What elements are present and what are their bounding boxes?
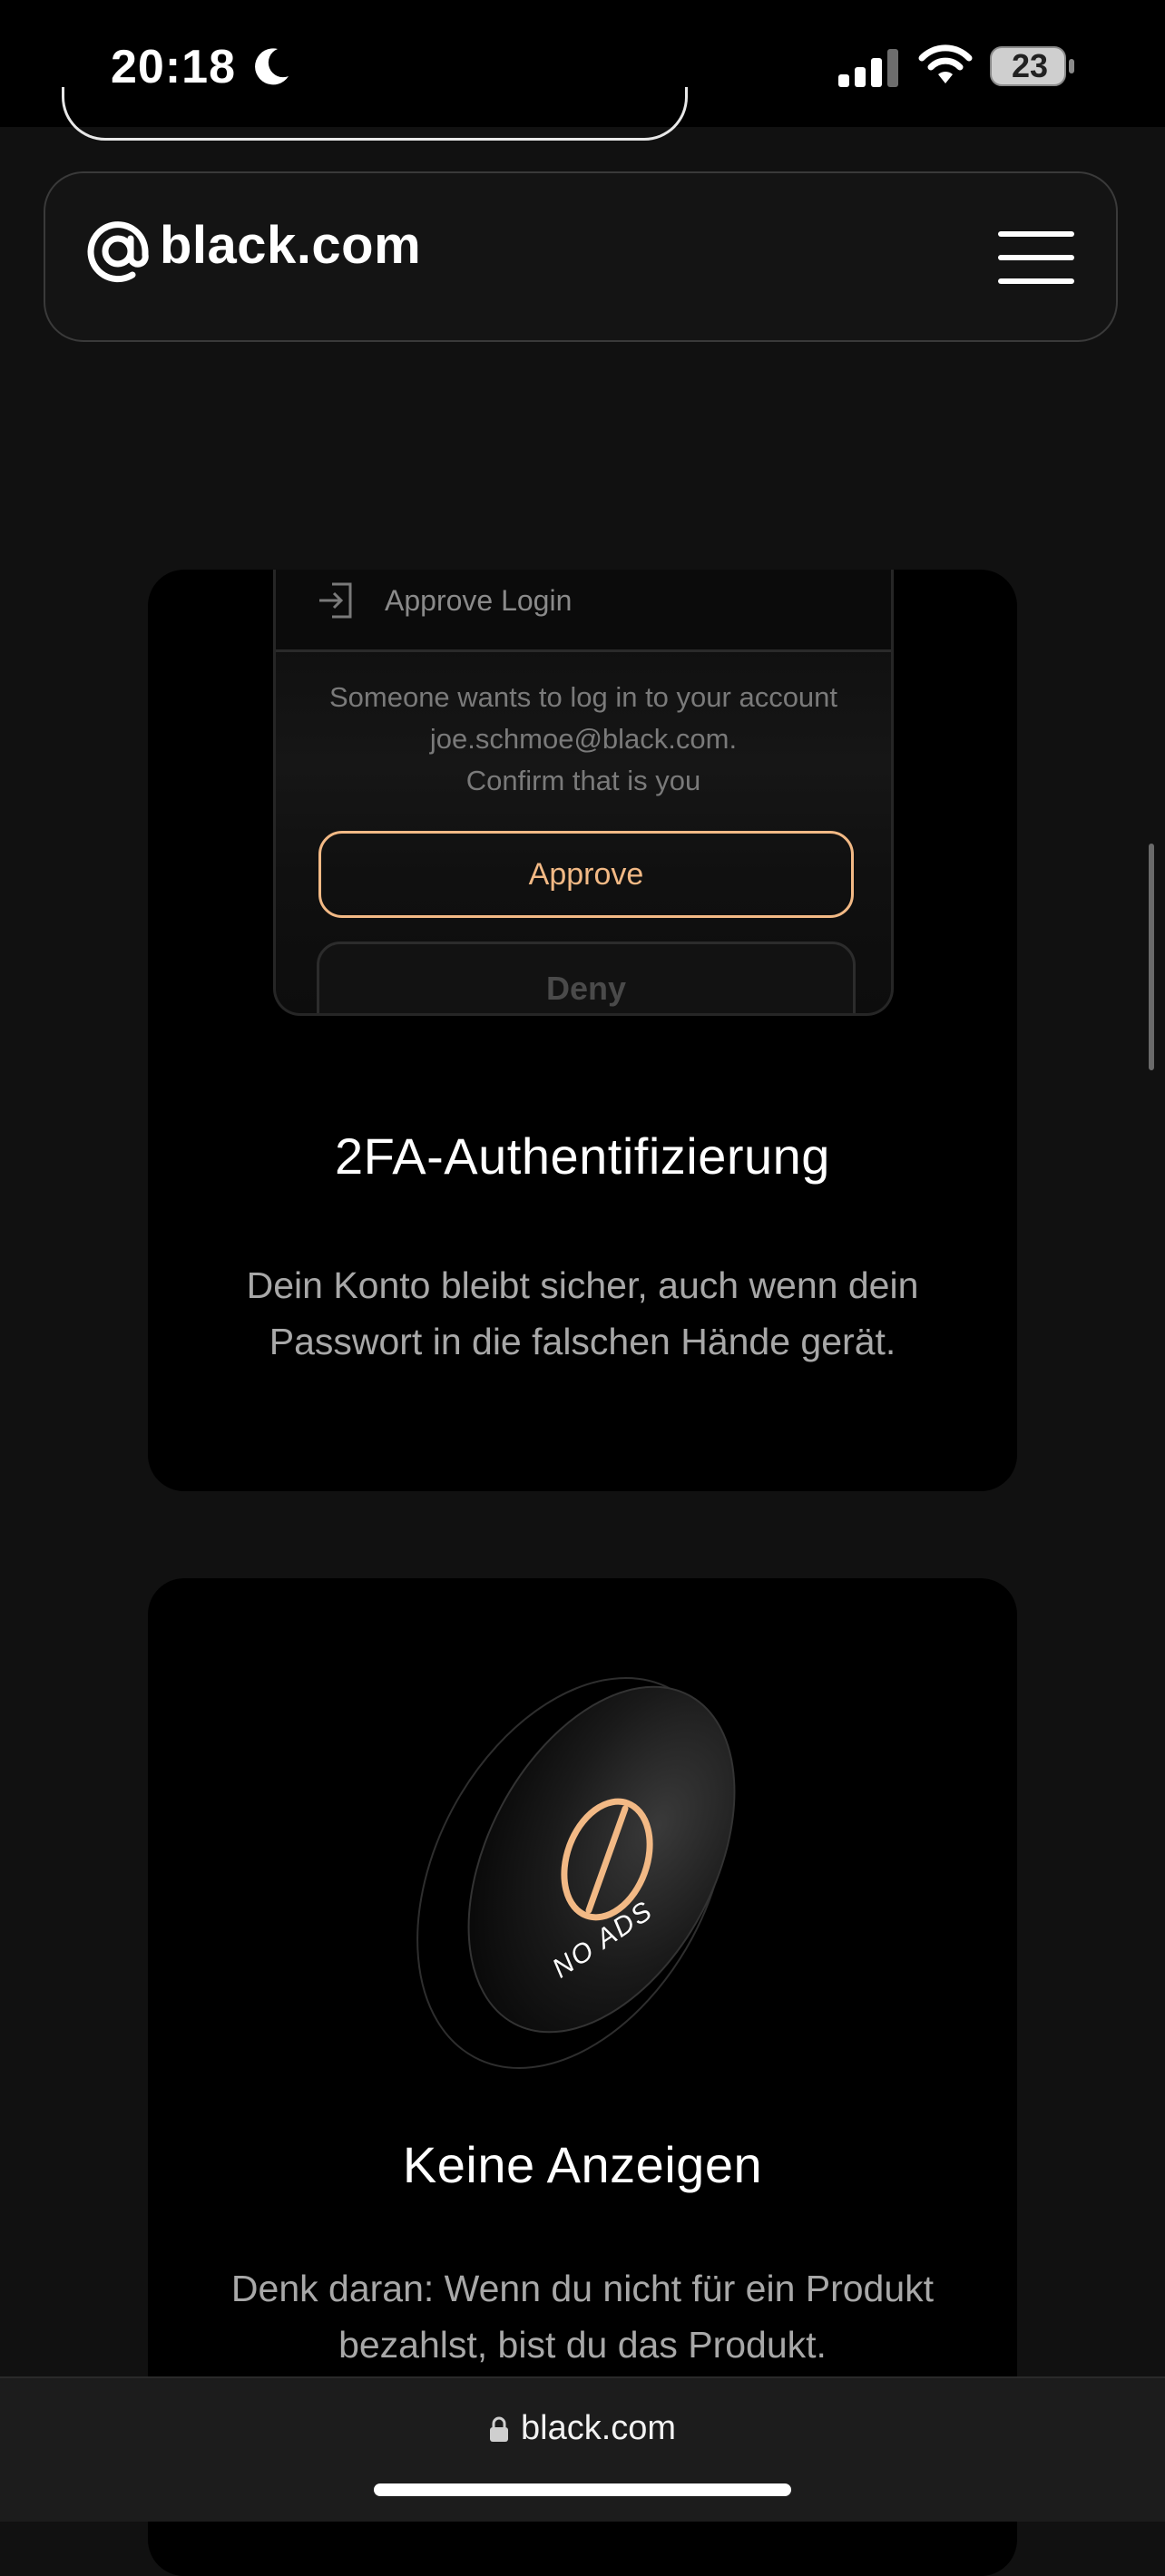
previous-section-button-edge [62, 87, 688, 141]
login-icon [319, 582, 352, 619]
approve-login-mockup: Approve Login Someone wants to log in to… [273, 570, 894, 1016]
mockup-message-line: Someone wants to log in to your account [328, 681, 838, 713]
site-header: black.com [44, 171, 1118, 342]
mockup-message: Someone wants to log in to your account … [276, 677, 891, 802]
status-time: 20:18 [111, 41, 236, 93]
mockup-message-line: Confirm that is you [465, 765, 701, 796]
logo-text[interactable]: black.com [160, 215, 421, 276]
browser-url-bar[interactable]: black.com [0, 2376, 1165, 2522]
scrollbar[interactable] [1149, 844, 1154, 1070]
card-title: 2FA-Authentifizierung [335, 1127, 830, 1185]
card-description: Denk daran: Wenn du nicht für ein Produk… [230, 2268, 935, 2366]
feature-card-2fa: Approve Login Someone wants to log in to… [148, 570, 1017, 1491]
card-title: Keine Anzeigen [402, 2136, 763, 2193]
at-sign-icon [87, 221, 149, 283]
mockup-title: Approve Login [385, 584, 573, 617]
battery-level: 23 [1011, 47, 1049, 84]
moon-icon [255, 48, 289, 85]
approve-button: Approve [318, 831, 854, 918]
url-text[interactable]: black.com [521, 2409, 676, 2448]
hamburger-menu-icon[interactable] [998, 231, 1078, 286]
mockup-title-bar: Approve Login [276, 570, 891, 652]
lock-icon [490, 2416, 508, 2442]
no-ads-coin-illustration [416, 1677, 736, 2069]
mockup-message-line: joe.schmoe@black.com. [429, 723, 738, 755]
home-indicator[interactable] [374, 2483, 791, 2496]
deny-button: Deny [317, 942, 856, 1013]
cellular-signal-icon [838, 49, 898, 87]
card-description: Dein Konto bleibt sicher, auch wenn dein… [246, 1264, 919, 1362]
wifi-icon [918, 44, 973, 83]
